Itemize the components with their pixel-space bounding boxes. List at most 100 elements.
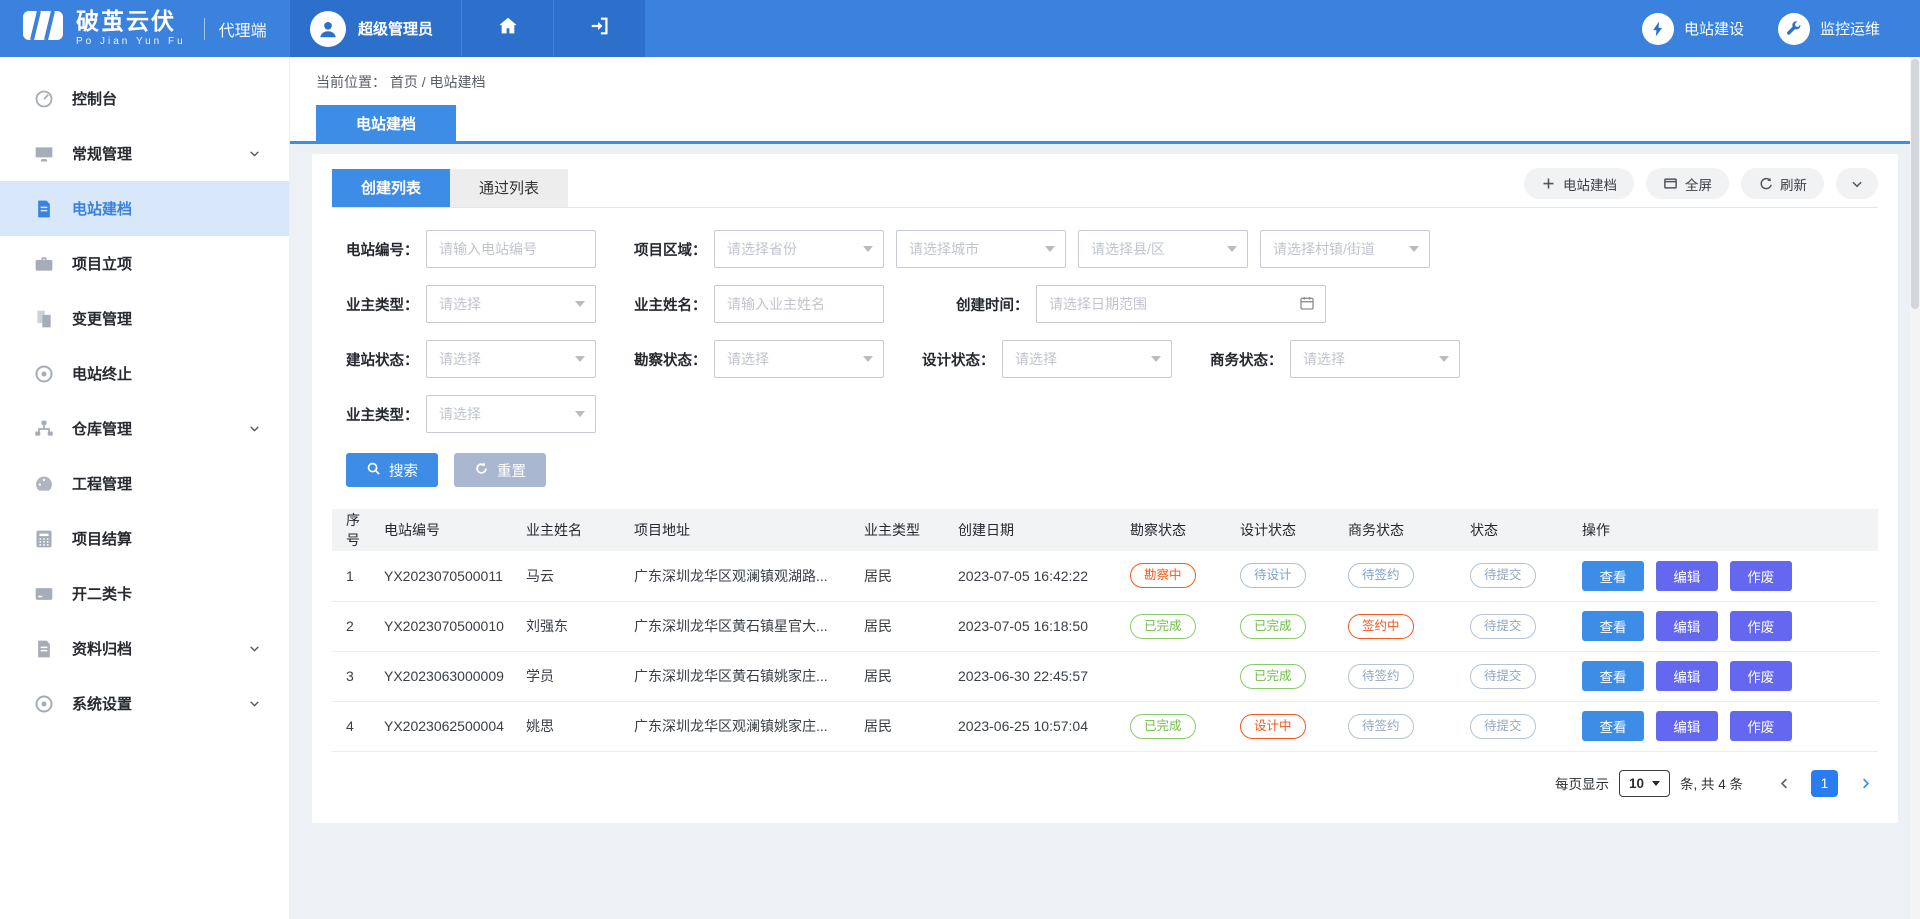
sidebar-item-data-archive[interactable]: 资料归档 <box>0 621 289 676</box>
avatar <box>310 11 346 47</box>
edit-button[interactable]: 编辑 <box>1656 561 1718 591</box>
caret-down-icon <box>1151 356 1161 362</box>
brand-name-en: Po Jian Yun Fu <box>76 37 186 47</box>
next-page-button[interactable] <box>1852 770 1878 796</box>
tab-create-list[interactable]: 创建列表 <box>332 169 450 207</box>
scrollbar-track[interactable] <box>1910 57 1920 919</box>
tab-passed-list[interactable]: 通过列表 <box>450 169 568 207</box>
logout-button[interactable] <box>553 0 645 57</box>
status-badge: 待设计 <box>1240 563 1306 588</box>
search-button[interactable]: 搜索 <box>346 453 438 487</box>
status-badge: 已完成 <box>1130 714 1196 739</box>
view-button[interactable]: 查看 <box>1582 611 1644 641</box>
user-menu[interactable]: 超级管理员 <box>290 0 461 57</box>
sidebar-item-station-terminate[interactable]: 电站终止 <box>0 346 289 401</box>
chevron-left-icon <box>1777 776 1792 791</box>
sidebar-item-station-archive[interactable]: 电站建档 <box>0 181 289 236</box>
town-select[interactable]: 请选择村镇/街道 <box>1260 230 1430 268</box>
file-icon <box>34 639 54 659</box>
gauge-icon <box>34 89 54 109</box>
caret-down-icon <box>1652 781 1660 786</box>
owner-type-select[interactable]: 请选择 <box>426 285 596 323</box>
user-name: 超级管理员 <box>358 18 433 39</box>
region-label: 项目区域： <box>634 239 714 260</box>
business-status-label: 商务状态： <box>1210 349 1290 370</box>
sidebar-item-system-settings[interactable]: 系统设置 <box>0 676 289 731</box>
breadcrumb: 当前位置： 首页 / 电站建档 <box>316 72 1920 92</box>
station-code-input[interactable] <box>426 230 596 268</box>
toolbar: 电站建档 全屏 刷新 <box>1524 168 1878 207</box>
search-icon <box>366 461 381 480</box>
chevron-down-icon <box>248 147 261 160</box>
status-badge: 签约中 <box>1348 614 1414 639</box>
table-header-row: 序号 电站编号 业主姓名 项目地址 业主类型 创建日期 勘察状态 设计状态 商务… <box>332 509 1878 551</box>
owner-name-input[interactable] <box>714 285 884 323</box>
breadcrumb-strip: 当前位置： 首页 / 电站建档 电站建档 <box>290 57 1920 144</box>
prev-page-button[interactable] <box>1771 770 1797 796</box>
nav-station-build[interactable]: 电站建设 <box>1642 13 1744 45</box>
sidebar-item-warehouse-mgmt[interactable]: 仓库管理 <box>0 401 289 456</box>
status-badge: 待提交 <box>1470 664 1536 689</box>
void-button[interactable]: 作废 <box>1730 561 1792 591</box>
owner-type-label: 业主类型： <box>346 294 426 315</box>
owner-type2-label: 业主类型： <box>346 404 426 425</box>
province-select[interactable]: 请选择省份 <box>714 230 884 268</box>
brand-edition: 代理端 <box>219 17 267 41</box>
caret-down-icon <box>575 301 585 307</box>
filter-actions: 搜索 重置 <box>346 453 1878 487</box>
per-page-select[interactable]: 10 <box>1619 770 1670 797</box>
sidebar-item-general-mgmt[interactable]: 常规管理 <box>0 126 289 181</box>
sidebar: 控制台 常规管理 电站建档 项目立项 变更管理 电站终止 仓库管理 <box>0 57 290 919</box>
scrollbar-thumb[interactable] <box>1911 59 1919 309</box>
breadcrumb-path[interactable]: 首页 / 电站建档 <box>390 74 486 90</box>
home-button[interactable] <box>461 0 553 57</box>
settings-icon <box>34 694 54 714</box>
reset-button[interactable]: 重置 <box>454 453 546 487</box>
sidebar-item-project-initiation[interactable]: 项目立项 <box>0 236 289 291</box>
build-status-select[interactable]: 请选择 <box>426 340 596 378</box>
sidebar-item-engineering-mgmt[interactable]: 工程管理 <box>0 456 289 511</box>
view-button[interactable]: 查看 <box>1582 561 1644 591</box>
station-table: 序号 电站编号 业主姓名 项目地址 业主类型 创建日期 勘察状态 设计状态 商务… <box>332 509 1878 752</box>
design-status-select[interactable]: 请选择 <box>1002 340 1172 378</box>
business-status-select[interactable]: 请选择 <box>1290 340 1460 378</box>
date-range-picker[interactable]: 请选择日期范围 <box>1036 285 1326 323</box>
sidebar-item-project-settlement[interactable]: 项目结算 <box>0 511 289 566</box>
chevron-down-icon <box>248 422 261 435</box>
fullscreen-button[interactable]: 全屏 <box>1646 168 1729 199</box>
void-button[interactable]: 作废 <box>1730 711 1792 741</box>
table-row: 1 YX2023070500011 马云 广东深圳龙华区观澜镇观湖路... 居民… <box>332 551 1878 601</box>
void-button[interactable]: 作废 <box>1730 611 1792 641</box>
edit-button[interactable]: 编辑 <box>1656 661 1718 691</box>
city-select[interactable]: 请选择城市 <box>896 230 1066 268</box>
view-button[interactable]: 查看 <box>1582 711 1644 741</box>
page-tab-station-archive[interactable]: 电站建档 <box>316 105 456 141</box>
caret-down-icon <box>863 356 873 362</box>
create-station-button[interactable]: 电站建档 <box>1524 168 1634 199</box>
edit-button[interactable]: 编辑 <box>1656 611 1718 641</box>
fullscreen-icon <box>1663 176 1678 191</box>
sidebar-item-console[interactable]: 控制台 <box>0 71 289 126</box>
survey-status-select[interactable]: 请选择 <box>714 340 884 378</box>
page-number-button[interactable]: 1 <box>1811 770 1838 797</box>
sidebar-item-change-mgmt[interactable]: 变更管理 <box>0 291 289 346</box>
circle-dot-icon <box>34 364 54 384</box>
caret-down-icon <box>575 356 585 362</box>
edit-button[interactable]: 编辑 <box>1656 711 1718 741</box>
collapse-button[interactable] <box>1836 168 1878 199</box>
design-status-label: 设计状态： <box>922 349 1002 370</box>
dashboard-icon <box>34 474 54 494</box>
view-button[interactable]: 查看 <box>1582 661 1644 691</box>
void-button[interactable]: 作废 <box>1730 661 1792 691</box>
owner-type2-select[interactable]: 请选择 <box>426 395 596 433</box>
pagination: 每页显示 10 条, 共 4 条 1 <box>332 770 1878 797</box>
breadcrumb-prefix: 当前位置： <box>316 74 386 90</box>
sidebar-item-open-class2-card[interactable]: 开二类卡 <box>0 566 289 621</box>
nav-monitor-ops[interactable]: 监控运维 <box>1778 13 1880 45</box>
county-select[interactable]: 请选择县/区 <box>1078 230 1248 268</box>
filter-form: 电站编号： 项目区域： 请选择省份 请选择城市 请选择县/区 请选择村镇/街道 … <box>332 208 1878 433</box>
refresh-button[interactable]: 刷新 <box>1741 168 1824 199</box>
plus-icon <box>1541 176 1556 191</box>
caret-down-icon <box>1227 246 1237 252</box>
table-row: 2 YX2023070500010 刘强东 广东深圳龙华区黄石镇星官大... 居… <box>332 601 1878 651</box>
